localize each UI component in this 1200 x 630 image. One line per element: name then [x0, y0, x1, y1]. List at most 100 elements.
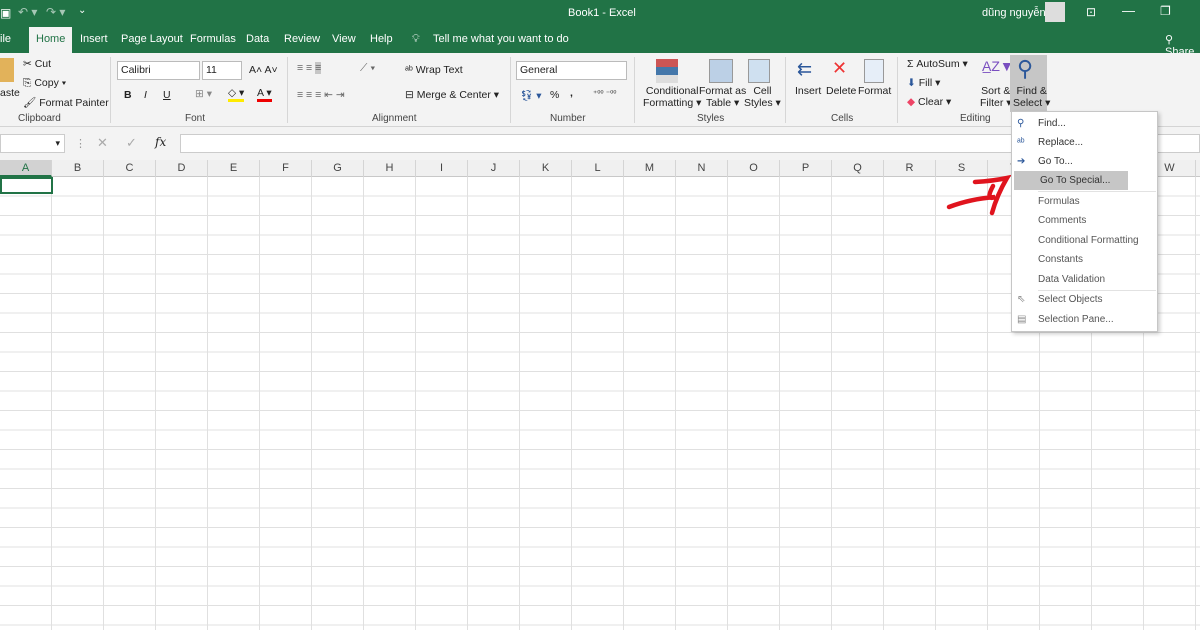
column-header-c[interactable]: C: [104, 160, 156, 177]
customize-toolbar-icon[interactable]: ⌄: [78, 5, 86, 16]
sort-filter-button[interactable]: Sort & Filter ▾: [980, 85, 1012, 109]
underline-button[interactable]: U: [163, 89, 171, 101]
comma-button[interactable]: ,: [570, 87, 573, 99]
tab-page-layout[interactable]: Page Layout: [121, 33, 183, 45]
menu-item-go-to-special[interactable]: Go To Special...: [1014, 171, 1128, 190]
format-as-table-icon[interactable]: [709, 59, 733, 83]
delete-cells-icon[interactable]: ✕: [832, 58, 847, 79]
column-header-r[interactable]: R: [884, 160, 936, 177]
tab-file[interactable]: ile: [0, 33, 11, 45]
conditional-formatting-icon[interactable]: [656, 59, 678, 83]
menu-item-comments[interactable]: Comments: [1012, 211, 1157, 230]
cancel-icon[interactable]: ✕: [97, 135, 108, 151]
column-header-o[interactable]: O: [728, 160, 780, 177]
column-header-k[interactable]: K: [520, 160, 572, 177]
column-header-h[interactable]: H: [364, 160, 416, 177]
decimal-icon[interactable]: ⁺⁰⁰ ⁻⁰⁰: [593, 89, 617, 98]
tab-data[interactable]: Data: [246, 33, 269, 45]
menu-item-selection-pane[interactable]: ▤ Selection Pane...: [1012, 310, 1157, 329]
column-header-q[interactable]: Q: [832, 160, 884, 177]
tab-review[interactable]: Review: [284, 33, 320, 45]
menu-item-formulas[interactable]: Formulas: [1012, 192, 1157, 211]
name-box[interactable]: ▾: [0, 134, 65, 153]
user-name[interactable]: dũng nguyễn: [982, 7, 1046, 19]
column-header-l[interactable]: L: [572, 160, 624, 177]
column-header-a[interactable]: A: [0, 160, 52, 177]
clear-button[interactable]: ◆ Clear ▾: [907, 96, 951, 108]
menu-item-select-objects[interactable]: ⇖ Select Objects: [1012, 290, 1157, 309]
paste-button[interactable]: aste: [0, 87, 20, 99]
insert-cells-icon[interactable]: ⇇: [797, 59, 812, 80]
tab-view[interactable]: View: [332, 33, 356, 45]
column-header-d[interactable]: D: [156, 160, 208, 177]
paste-icon[interactable]: [0, 58, 14, 82]
bold-button[interactable]: B: [124, 89, 132, 101]
ribbon-display-icon[interactable]: ⊡: [1086, 5, 1096, 19]
font-size-select[interactable]: 11: [202, 61, 242, 80]
clear-label: Clear: [918, 96, 944, 108]
column-header-j[interactable]: J: [468, 160, 520, 177]
column-header-n[interactable]: N: [676, 160, 728, 177]
menu-item-label: Go To Special...: [1040, 175, 1111, 186]
search-icon: ⚲: [1017, 118, 1025, 129]
column-header-e[interactable]: E: [208, 160, 260, 177]
insert-button[interactable]: Insert: [795, 85, 821, 97]
grow-font-icon[interactable]: A˄ A˅: [249, 64, 278, 76]
menu-item-go-to[interactable]: ➔ Go To...: [1012, 152, 1157, 171]
column-header-b[interactable]: B: [52, 160, 104, 177]
cell-styles-button[interactable]: Cell Styles ▾: [744, 85, 781, 109]
minimize-icon[interactable]: —: [1122, 3, 1135, 18]
font-color-icon[interactable]: A ▾: [257, 87, 272, 102]
cut-button[interactable]: ✂ Cut: [23, 58, 51, 70]
tab-help[interactable]: Help: [370, 33, 393, 45]
borders-icon[interactable]: ⊞ ▾: [195, 88, 212, 100]
redo-icon[interactable]: ↷ ▾: [46, 5, 65, 19]
menu-item-conditional-formatting[interactable]: Conditional Formatting: [1012, 231, 1157, 250]
align-top-icon[interactable]: ≡ ≡ ≡: [297, 62, 322, 74]
tab-home[interactable]: Home: [29, 27, 73, 53]
undo-icon[interactable]: ↶ ▾: [18, 5, 37, 19]
fill-button[interactable]: ⬇ Fill ▾: [907, 77, 940, 89]
align-left-icon[interactable]: ≡ ≡ ≡ ⇤ ⇥: [297, 89, 345, 101]
delete-button[interactable]: Delete: [826, 85, 856, 97]
column-header-m[interactable]: M: [624, 160, 676, 177]
menu-item-replace[interactable]: ᵃᵇ Replace...: [1012, 133, 1157, 152]
label: Filter: [980, 97, 1004, 109]
tell-me-search[interactable]: Tell me what you want to do: [433, 33, 569, 45]
tab-formulas[interactable]: Formulas: [190, 33, 236, 45]
column-header-g[interactable]: G: [312, 160, 364, 177]
tab-insert[interactable]: Insert: [80, 33, 108, 45]
enter-icon[interactable]: ✓: [126, 135, 137, 151]
menu-item-label: Formulas: [1038, 196, 1080, 207]
save-icon[interactable]: ▣: [0, 6, 11, 20]
insert-function-button[interactable]: fx: [155, 135, 166, 149]
column-header-p[interactable]: P: [780, 160, 832, 177]
menu-item-find[interactable]: ⚲ Find...: [1012, 114, 1157, 133]
column-header-f[interactable]: F: [260, 160, 312, 177]
format-as-table-button[interactable]: Format as Table ▾: [699, 85, 746, 109]
wrap-text-button[interactable]: ᵃᵇ Wrap Text: [405, 64, 463, 76]
menu-item-constants[interactable]: Constants: [1012, 250, 1157, 269]
active-cell-a1[interactable]: [0, 177, 53, 194]
find-select-button[interactable]: ⚲ Find & Select ▾: [1010, 55, 1050, 112]
menu-item-data-validation[interactable]: Data Validation: [1012, 270, 1157, 289]
orientation-icon[interactable]: ⟋ ▾: [360, 62, 375, 75]
italic-button[interactable]: I: [144, 89, 147, 101]
cell-styles-icon[interactable]: [748, 59, 770, 83]
number-format-select[interactable]: General: [516, 61, 627, 80]
merge-center-button[interactable]: ⊟ Merge & Center ▾: [405, 89, 499, 101]
conditional-formatting-button[interactable]: Conditional Formatting ▾: [643, 85, 701, 109]
restore-icon[interactable]: ❐: [1160, 4, 1171, 18]
format-button[interactable]: Format: [858, 85, 891, 97]
format-cells-icon[interactable]: [864, 59, 884, 83]
autosum-button[interactable]: Σ AutoSum ▾: [907, 58, 968, 70]
copy-button[interactable]: ⎘ Copy ▾: [23, 77, 66, 90]
font-name-select[interactable]: Calibri: [117, 61, 200, 80]
fill-color-icon[interactable]: ◇ ▾: [228, 87, 245, 102]
percent-button[interactable]: %: [550, 89, 559, 101]
avatar[interactable]: [1045, 2, 1065, 22]
format-painter-button[interactable]: 🖌︎ Format Painter: [23, 96, 109, 109]
sort-filter-icon[interactable]: A̲Z▼: [982, 58, 1014, 74]
column-header-i[interactable]: I: [416, 160, 468, 177]
currency-icon[interactable]: 💱︎ ▾: [520, 89, 542, 102]
